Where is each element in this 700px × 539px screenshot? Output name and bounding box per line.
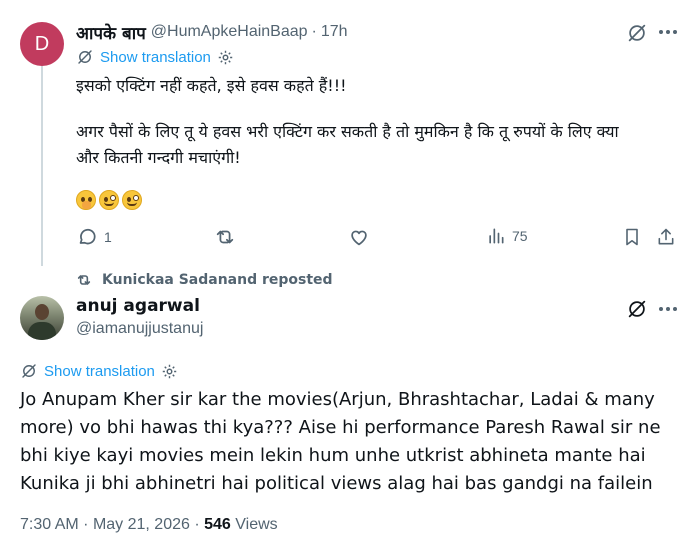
tweet-text-line: more) vo bhi hawas thi kya??? Aise hi pe… bbox=[20, 417, 661, 438]
zany-face-emoji bbox=[122, 190, 142, 210]
grok-small-icon bbox=[78, 50, 92, 64]
tweet-text-line: Kunika ji bhi abhinetri hai political vi… bbox=[20, 473, 653, 494]
heart-icon bbox=[351, 230, 367, 246]
share-icon bbox=[658, 228, 674, 245]
show-translation-link[interactable]: Show translation bbox=[76, 48, 234, 66]
views-chart-icon bbox=[489, 228, 504, 244]
repost-attribution[interactable]: Kunickaa Sadanand reposted bbox=[76, 272, 333, 288]
show-translation-link[interactable]: Show translation bbox=[20, 362, 178, 380]
tweet-time[interactable]: 7:30 AM bbox=[20, 516, 79, 533]
like-button[interactable] bbox=[348, 226, 370, 248]
tweet-metadata: 7:30 AM · May 21, 2026 · 546 Views bbox=[20, 516, 278, 534]
bookmark-button[interactable] bbox=[622, 226, 642, 248]
tweet-time[interactable]: 17h bbox=[321, 23, 348, 41]
settings-gear-icon bbox=[218, 50, 233, 64]
author-handle[interactable]: @iamanujjustanuj bbox=[76, 320, 203, 338]
author-name[interactable]: anuj agarwal bbox=[76, 296, 200, 316]
reply-button[interactable]: 1 bbox=[76, 226, 112, 248]
separator-dot: · bbox=[311, 23, 317, 40]
avatar[interactable]: D bbox=[20, 22, 64, 66]
thread-connector-line bbox=[41, 66, 43, 266]
views-count: 546 bbox=[204, 516, 231, 533]
tweet-text: Jo Anupam Kher sir kar the movies(Arjun,… bbox=[20, 386, 685, 498]
tweet-text-line: इसको एक्टिंग नहीं कहते, इसे हवस कहते हैं… bbox=[76, 76, 347, 95]
tweet-action-bar: 1 75 bbox=[76, 226, 686, 250]
views-label: Views bbox=[235, 516, 278, 533]
views-button[interactable]: 75 bbox=[486, 226, 528, 246]
tweet-text-line: और कितनी गन्दगी मचाएंगी! bbox=[76, 148, 241, 167]
repost-button[interactable] bbox=[214, 226, 236, 248]
grok-icon[interactable] bbox=[624, 20, 650, 46]
avatar[interactable] bbox=[20, 296, 64, 340]
author-handle[interactable]: @HumApkeHainBaap bbox=[151, 23, 308, 41]
zany-face-emoji bbox=[99, 190, 119, 210]
tweet-header: आपके बाप @HumApkeHainBaap · 17h bbox=[76, 20, 348, 44]
separator-dot: · bbox=[194, 516, 200, 533]
hand-over-mouth-emoji bbox=[76, 190, 96, 210]
show-translation-label: Show translation bbox=[100, 48, 211, 66]
show-translation-label: Show translation bbox=[44, 362, 155, 380]
separator-dot: · bbox=[83, 516, 89, 533]
avatar-initial: D bbox=[34, 32, 50, 55]
more-options-icon[interactable] bbox=[656, 20, 680, 44]
repost-icon bbox=[216, 230, 234, 244]
grok-small-icon bbox=[22, 364, 36, 378]
tweet-date[interactable]: May 21, 2026 bbox=[93, 516, 190, 533]
repost-label: Kunickaa Sadanand reposted bbox=[102, 272, 333, 288]
emoji-row bbox=[76, 190, 142, 210]
repost-icon bbox=[77, 275, 91, 285]
reply-icon bbox=[79, 228, 96, 245]
settings-gear-icon bbox=[162, 364, 177, 378]
tweet-text-line: bhi kiye kayi movies mein lekin hum unhe… bbox=[20, 445, 646, 466]
bookmark-icon bbox=[626, 228, 638, 246]
tweet-text-line: Jo Anupam Kher sir kar the movies(Arjun,… bbox=[20, 389, 655, 410]
more-options-icon[interactable] bbox=[656, 297, 680, 321]
grok-icon[interactable] bbox=[624, 296, 650, 322]
views-count: 75 bbox=[512, 228, 528, 244]
author-name[interactable]: आपके बाप bbox=[76, 21, 146, 44]
reply-count: 1 bbox=[104, 229, 112, 245]
tweet-text-line: अगर पैसों के लिए तू ये हवस भरी एक्टिंग क… bbox=[76, 122, 619, 141]
share-button[interactable] bbox=[656, 226, 676, 248]
